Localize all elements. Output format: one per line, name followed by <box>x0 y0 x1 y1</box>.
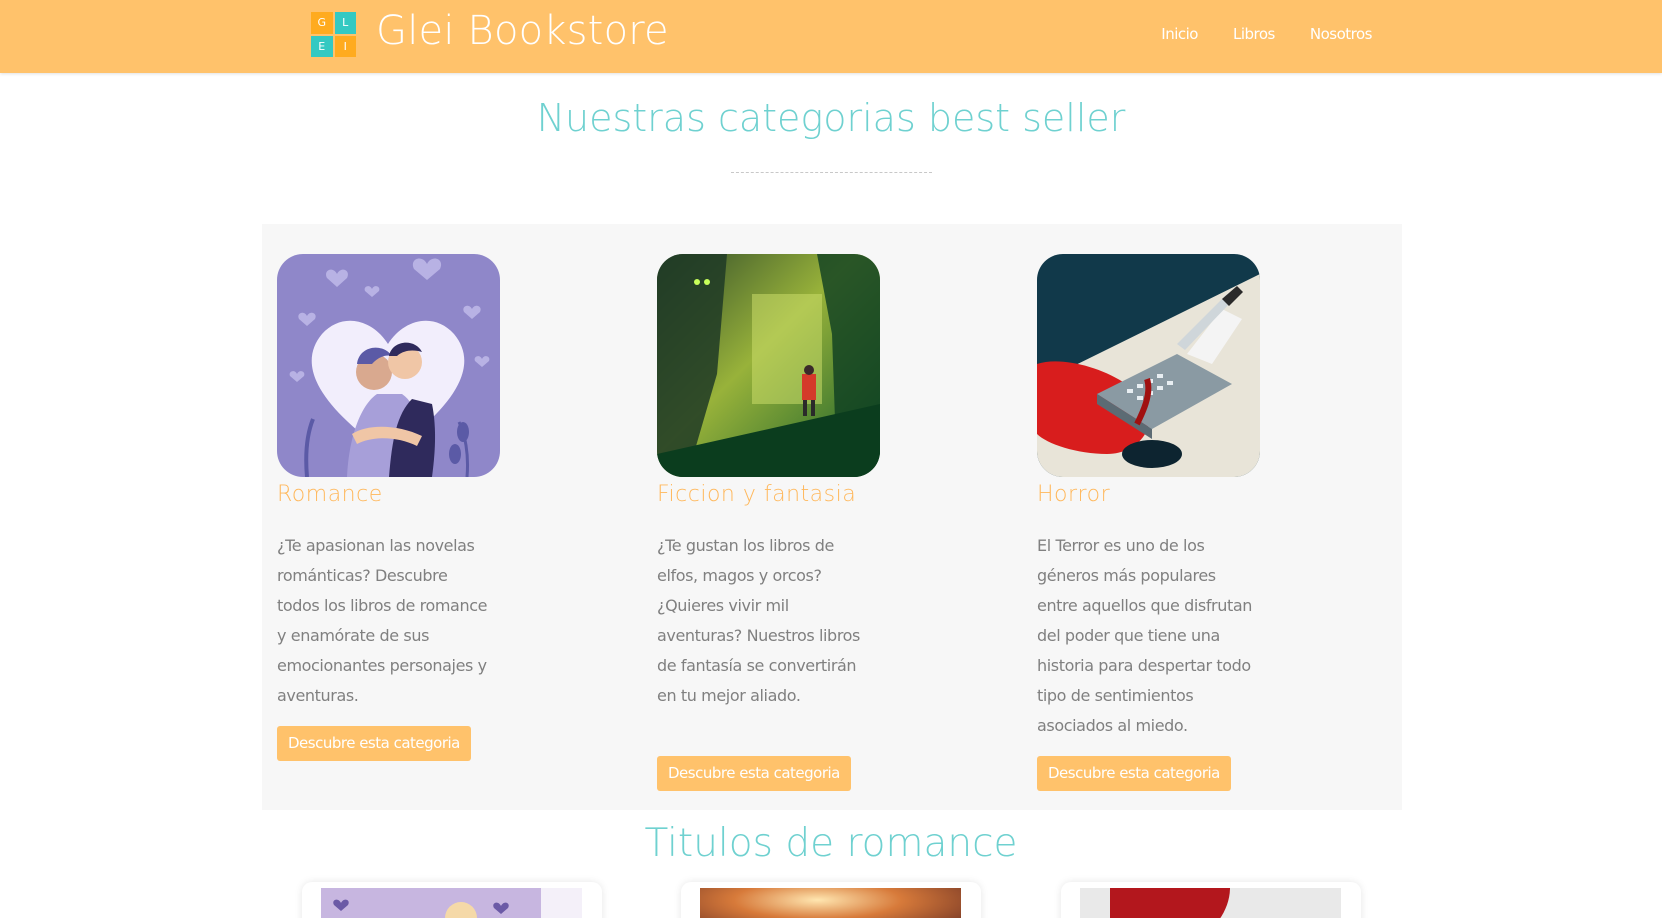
nav-link-nosotros[interactable]: Nosotros <box>1310 25 1373 43</box>
logo-tile: G <box>311 12 333 34</box>
category-card-horror: Horror El Terror es uno de los géneros m… <box>1037 254 1277 791</box>
book-card[interactable] <box>1061 882 1361 918</box>
category-description: ¿Te apasionan las novelas románticas? De… <box>277 536 488 705</box>
logo-tile: E <box>311 35 333 57</box>
category-description: El Terror es uno de los géneros más popu… <box>1037 536 1252 735</box>
brand-logo-icon[interactable]: G L E I <box>311 12 356 57</box>
logo-tile: I <box>334 35 356 57</box>
category-card-fantasy: Ficcion y fantasia ¿Te gustan los libros… <box>657 254 897 791</box>
categories-section-title: Nuestras categorias best seller <box>536 96 1126 140</box>
discover-category-button-romance[interactable]: Descubre esta categoria <box>277 726 471 761</box>
book-cover-image-icon <box>321 888 582 918</box>
discover-category-button-fantasy[interactable]: Descubre esta categoria <box>657 756 851 791</box>
discover-category-button-horror[interactable]: Descubre esta categoria <box>1037 756 1231 791</box>
horror-typewriter-illustration-icon <box>1037 254 1260 477</box>
category-title[interactable]: Romance <box>277 482 517 507</box>
section-divider <box>731 172 932 173</box>
brand-name[interactable]: Glei Bookstore <box>376 8 669 54</box>
nav-link-inicio[interactable]: Inicio <box>1161 25 1198 43</box>
romance-couple-illustration-icon <box>277 254 500 477</box>
category-description: ¿Te gustan los libros de elfos, magos y … <box>657 536 860 705</box>
logo-tile: L <box>334 12 356 34</box>
top-navbar: G L E I Glei Bookstore Inicio Libros Nos… <box>0 0 1662 73</box>
category-card-romance: Romance ¿Te apasionan las novelas románt… <box>277 254 517 761</box>
fantasy-forest-illustration-icon <box>657 254 880 477</box>
book-card[interactable] <box>302 882 602 918</box>
categories-panel: Romance ¿Te apasionan las novelas románt… <box>262 224 1402 810</box>
romance-titles-section-title: Titulos de romance <box>644 821 1018 866</box>
nav-link-libros[interactable]: Libros <box>1233 25 1275 43</box>
category-title[interactable]: Ficcion y fantasia <box>657 482 897 507</box>
book-cover-image-icon <box>1080 888 1341 918</box>
category-title[interactable]: Horror <box>1037 482 1277 507</box>
main-nav: Inicio Libros Nosotros <box>1161 25 1372 43</box>
book-cover-image-icon <box>700 888 961 918</box>
book-card[interactable] <box>681 882 981 918</box>
